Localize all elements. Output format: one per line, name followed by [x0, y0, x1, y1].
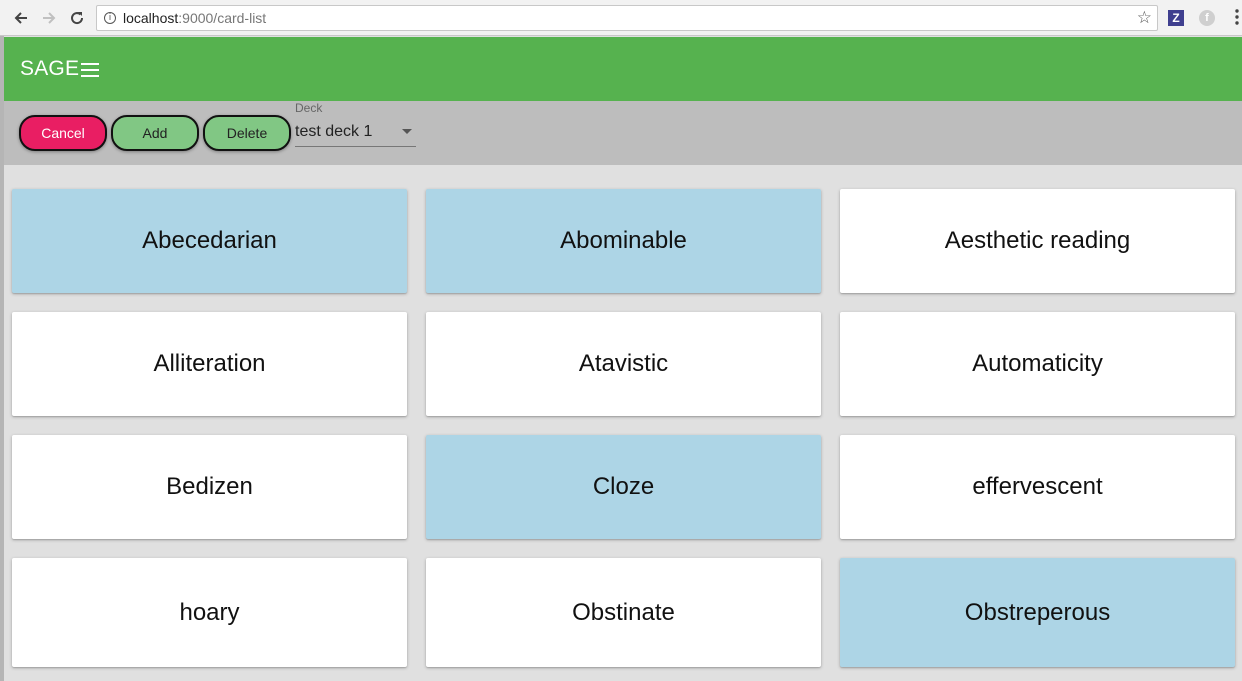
app-title: SAGE: [20, 57, 80, 80]
extension-z-icon[interactable]: Z: [1168, 10, 1184, 26]
action-toolbar: Cancel Add Delete Deck test deck 1: [4, 101, 1242, 165]
card[interactable]: Atavistic: [426, 312, 821, 416]
browser-menu-icon[interactable]: [1234, 8, 1242, 26]
delete-button[interactable]: Delete: [203, 115, 291, 151]
card[interactable]: Abecedarian: [12, 189, 407, 293]
deck-select[interactable]: Deck test deck 1: [295, 101, 416, 149]
reload-icon[interactable]: [66, 7, 88, 29]
card[interactable]: Alliteration: [12, 312, 407, 416]
bookmark-star-icon[interactable]: ☆: [1137, 8, 1152, 28]
card[interactable]: Bedizen: [12, 435, 407, 539]
deck-label: Deck: [295, 101, 323, 115]
card[interactable]: Cloze: [426, 435, 821, 539]
card[interactable]: hoary: [12, 558, 407, 667]
cancel-button[interactable]: Cancel: [19, 115, 107, 151]
deck-value[interactable]: test deck 1: [295, 123, 372, 141]
card[interactable]: Obstinate: [426, 558, 821, 667]
url-path: :9000/card-list: [178, 10, 267, 26]
card[interactable]: Abominable: [426, 189, 821, 293]
browser-toolbar: i localhost:9000/card-list ☆ Z f: [0, 0, 1242, 36]
extension-f-icon[interactable]: f: [1199, 10, 1215, 26]
back-arrow-icon[interactable]: [10, 7, 32, 29]
url-host: localhost: [123, 10, 179, 26]
hamburger-menu-icon[interactable]: [81, 63, 99, 77]
card[interactable]: Aesthetic reading: [840, 189, 1235, 293]
info-icon[interactable]: i: [104, 12, 116, 24]
card[interactable]: Automaticity: [840, 312, 1235, 416]
url-text: localhost:9000/card-list: [123, 10, 266, 26]
dropdown-arrow-icon[interactable]: [402, 129, 412, 134]
address-bar[interactable]: i localhost:9000/card-list ☆: [96, 5, 1158, 31]
deck-underline: [295, 146, 416, 147]
add-button[interactable]: Add: [111, 115, 199, 151]
card[interactable]: effervescent: [840, 435, 1235, 539]
app-bar: SAGE: [4, 37, 1242, 101]
forward-arrow-icon[interactable]: [38, 7, 60, 29]
card[interactable]: Obstreperous: [840, 558, 1235, 667]
